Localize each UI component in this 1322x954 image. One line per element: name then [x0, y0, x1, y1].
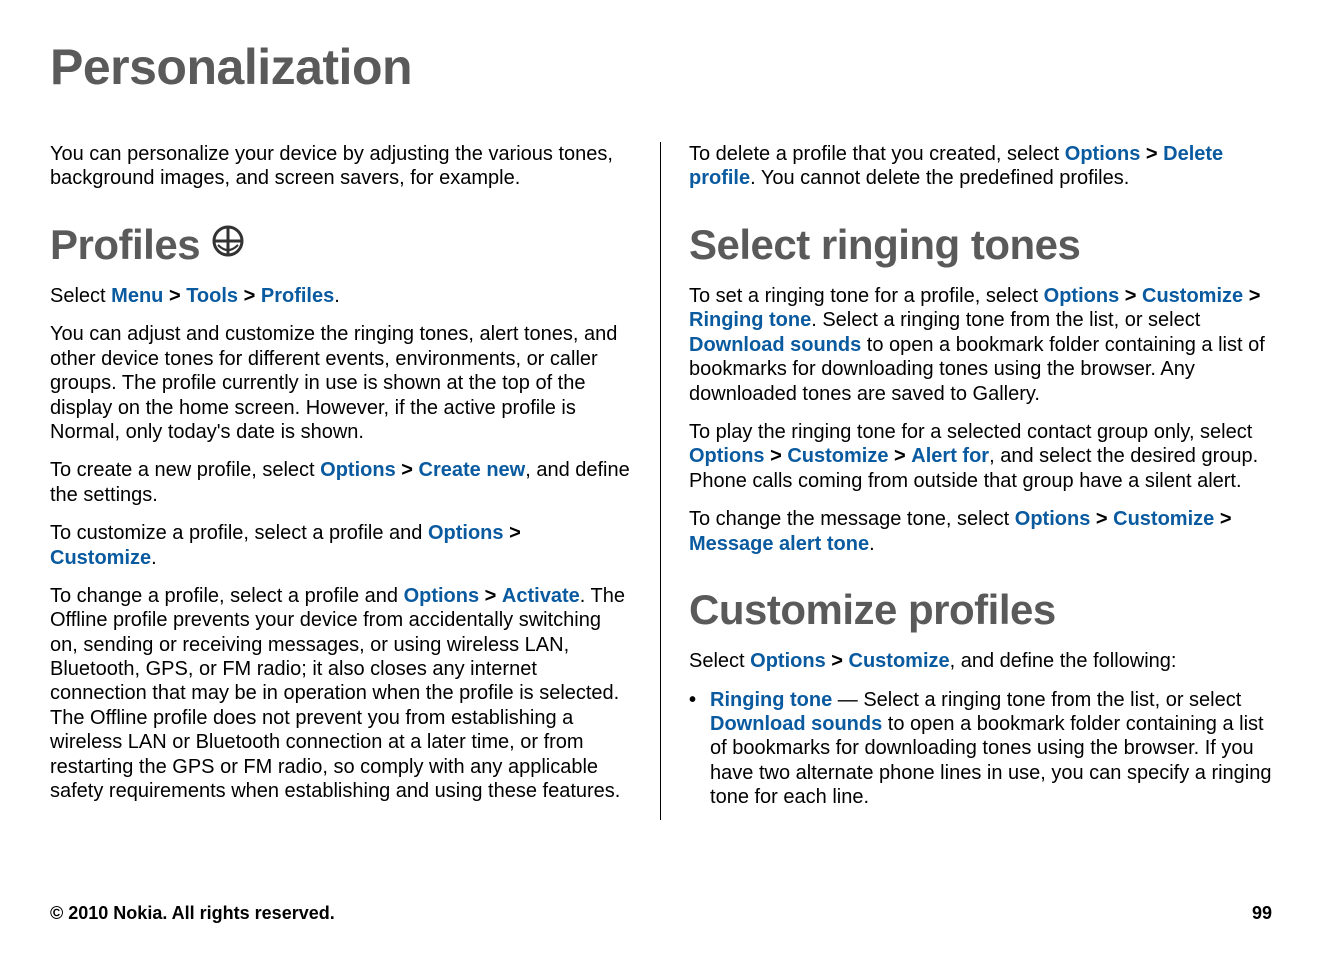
separator: > [1146, 143, 1158, 165]
text: — Select a ringing tone from the list, o… [832, 689, 1241, 711]
link-message-alert-tone: Message alert tone [689, 533, 869, 555]
page-title: Personalization [50, 38, 1272, 96]
text: Select [689, 650, 750, 672]
text: To play the ringing tone for a selected … [689, 421, 1252, 443]
bullet-text: Ringing tone — Select a ringing tone fro… [710, 688, 1272, 810]
link-options: Options [1015, 508, 1091, 530]
ringing-p1: To set a ringing tone for a profile, sel… [689, 284, 1272, 406]
list-item: • Ringing tone — Select a ringing tone f… [689, 688, 1272, 810]
text: . Select a ringing tone from the list, o… [811, 309, 1200, 331]
footer-copyright: © 2010 Nokia. All rights reserved. [50, 903, 335, 924]
link-ringing-tone: Ringing tone [710, 689, 832, 711]
link-customize: Customize [787, 445, 888, 467]
link-alert-for: Alert for [911, 445, 989, 467]
text: . [334, 285, 340, 307]
text: To change a profile, select a profile an… [50, 585, 404, 607]
link-download-sounds: Download sounds [710, 713, 882, 735]
link-ringing-tone: Ringing tone [689, 309, 811, 331]
text: To create a new profile, select [50, 459, 320, 481]
heading-profiles-label: Profiles [50, 219, 200, 270]
text: To change the message tone, select [689, 508, 1015, 530]
link-options: Options [750, 650, 826, 672]
text: Select [50, 285, 111, 307]
right-column: To delete a profile that you created, se… [661, 142, 1272, 820]
link-download-sounds: Download sounds [689, 334, 861, 356]
ringing-p3: To change the message tone, select Optio… [689, 507, 1272, 556]
link-customize: Customize [1142, 285, 1243, 307]
text: . The Offline profile prevents your devi… [50, 585, 625, 802]
link-create-new: Create new [419, 459, 526, 481]
text: To set a ringing tone for a profile, sel… [689, 285, 1044, 307]
profiles-para1: You can adjust and customize the ringing… [50, 322, 632, 444]
link-options: Options [689, 445, 765, 467]
text: . [151, 547, 157, 569]
ringing-p2: To play the ringing tone for a selected … [689, 420, 1272, 493]
text: To delete a profile that you created, se… [689, 143, 1065, 165]
left-column: You can personalize your device by adjus… [50, 142, 661, 820]
delete-profile: To delete a profile that you created, se… [689, 142, 1272, 191]
text: To customize a profile, select a profile… [50, 522, 428, 544]
page-number: 99 [1252, 903, 1272, 924]
link-customize: Customize [849, 650, 950, 672]
link-tools: Tools [186, 285, 238, 307]
link-customize: Customize [1113, 508, 1214, 530]
separator: > [1096, 508, 1108, 530]
separator: > [1125, 285, 1137, 307]
profiles-customize: To customize a profile, select a profile… [50, 521, 632, 570]
separator: > [1249, 285, 1261, 307]
separator: > [401, 459, 413, 481]
link-options: Options [428, 522, 504, 544]
heading-profiles: Profiles [50, 219, 632, 270]
heading-customize-profiles: Customize profiles [689, 584, 1272, 635]
separator: > [770, 445, 782, 467]
link-options: Options [1065, 143, 1141, 165]
separator: > [1220, 508, 1232, 530]
text: . [869, 533, 875, 555]
bullet-icon: • [689, 688, 696, 810]
text: , and define the following: [950, 650, 1177, 672]
profiles-create: To create a new profile, select Options … [50, 458, 632, 507]
separator: > [831, 650, 843, 672]
separator: > [169, 285, 181, 307]
separator: > [509, 522, 521, 544]
link-options: Options [320, 459, 396, 481]
profiles-icon [210, 219, 246, 270]
link-customize: Customize [50, 547, 151, 569]
intro-text: You can personalize your device by adjus… [50, 142, 632, 191]
heading-ringing: Select ringing tones [689, 219, 1272, 270]
separator: > [244, 285, 256, 307]
profiles-nav: Select Menu > Tools > Profiles. [50, 284, 632, 308]
link-menu: Menu [111, 285, 163, 307]
customize-lead: Select Options > Customize, and define t… [689, 649, 1272, 673]
link-activate: Activate [502, 585, 580, 607]
link-options: Options [404, 585, 480, 607]
separator: > [485, 585, 497, 607]
link-profiles: Profiles [261, 285, 334, 307]
profiles-activate: To change a profile, select a profile an… [50, 584, 632, 804]
separator: > [894, 445, 906, 467]
link-options: Options [1044, 285, 1120, 307]
text: . You cannot delete the predefined profi… [750, 167, 1129, 189]
